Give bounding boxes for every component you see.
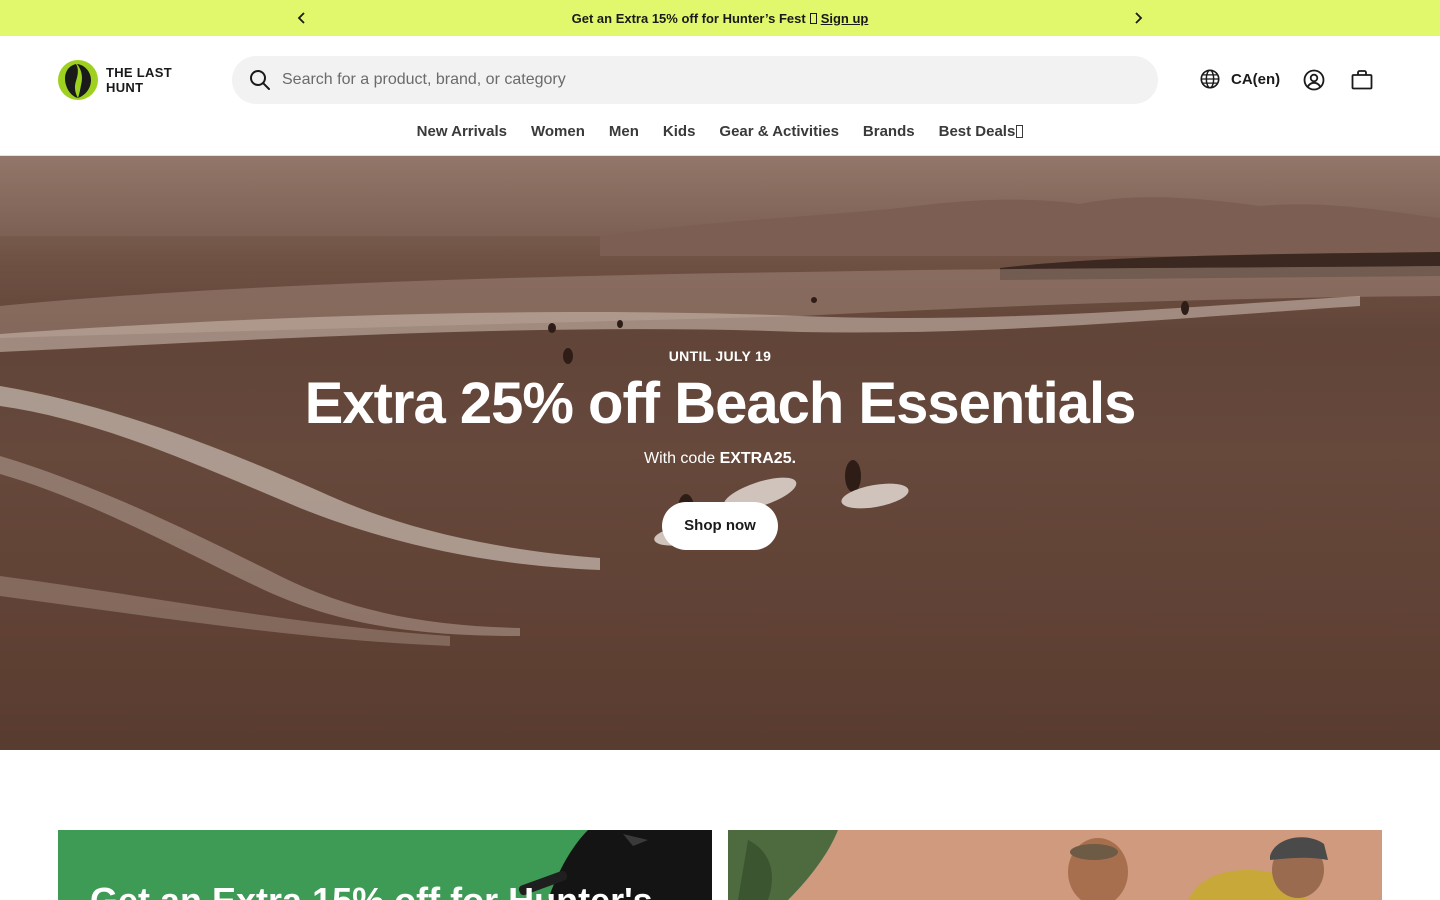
hero-subtitle-prefix: With code [643, 450, 716, 467]
search-bar[interactable] [232, 56, 1158, 104]
announcement-text: Get an Extra 15% off for Hunter’s Fest [571, 10, 806, 26]
locale-label: CA(en) [1231, 70, 1281, 88]
hero-eyebrow: UNTIL JULY 19 [668, 348, 772, 364]
logo-line-1: THE LAST [106, 65, 172, 80]
hero-subtitle: With code EXTRA25. [0, 450, 1440, 468]
shop-now-button[interactable]: Shop now [662, 502, 778, 550]
announcement-prev-button[interactable] [292, 8, 312, 28]
announcement-signup-link[interactable]: Sign up [821, 11, 869, 26]
chevron-right-icon [1135, 12, 1143, 24]
account-button[interactable] [1302, 68, 1326, 92]
hero-content: UNTIL JULY 19 Extra 25% off Beach Essent… [0, 348, 1440, 550]
missing-glyph-icon [809, 12, 817, 24]
announcement-bar: Get an Extra 15% off for Hunter’s Fest Si… [0, 0, 1440, 36]
hero-banner: UNTIL JULY 19 Extra 25% off Beach Essent… [0, 156, 1440, 750]
nav-item-best-deals-label: Best Deals [938, 122, 1016, 140]
missing-glyph-icon [1016, 124, 1024, 138]
logo[interactable]: THE LAST HUNT [58, 60, 172, 100]
promo-card-right-image [728, 830, 1328, 900]
promo-card-hunters-fest[interactable]: Get an Extra 15% off for Hunter's [58, 830, 712, 900]
search-icon [250, 70, 270, 90]
nav-item-kids[interactable]: Kids [663, 120, 696, 142]
shopping-bag-icon [1351, 70, 1373, 90]
promo-card-left-title: Get an Extra 15% off for Hunter's [90, 880, 653, 900]
search-input[interactable] [282, 71, 1122, 89]
nav-item-best-deals[interactable]: Best Deals [939, 120, 1024, 142]
locale-selector[interactable]: CA(en) [1199, 68, 1280, 90]
logo-mark-icon [58, 60, 98, 100]
announcement-message: Get an Extra 15% off for Hunter’s Fest Si… [572, 11, 869, 26]
main-nav: New Arrivals Women Men Kids Gear & Activ… [0, 120, 1440, 142]
nav-item-brands[interactable]: Brands [863, 120, 915, 142]
nav-item-women[interactable]: Women [531, 120, 585, 142]
nav-item-men[interactable]: Men [609, 120, 639, 142]
nav-item-gear-activities[interactable]: Gear & Activities [719, 120, 839, 142]
promo-code: EXTRA25. [719, 450, 797, 467]
announcement-next-button[interactable] [1128, 8, 1148, 28]
hero-title: Extra 25% off Beach Essentials [304, 371, 1137, 436]
promo-card-lifestyle[interactable] [728, 830, 1382, 900]
globe-icon [1200, 69, 1220, 89]
logo-text: THE LAST HUNT [106, 65, 172, 95]
logo-line-2: HUNT [106, 80, 144, 95]
chevron-left-icon [297, 12, 305, 24]
nav-item-new-arrivals[interactable]: New Arrivals [417, 120, 507, 142]
user-icon [1303, 69, 1325, 91]
site-header: THE LAST HUNT CA(en) New Arriva [0, 36, 1440, 156]
cart-button[interactable] [1350, 68, 1374, 92]
